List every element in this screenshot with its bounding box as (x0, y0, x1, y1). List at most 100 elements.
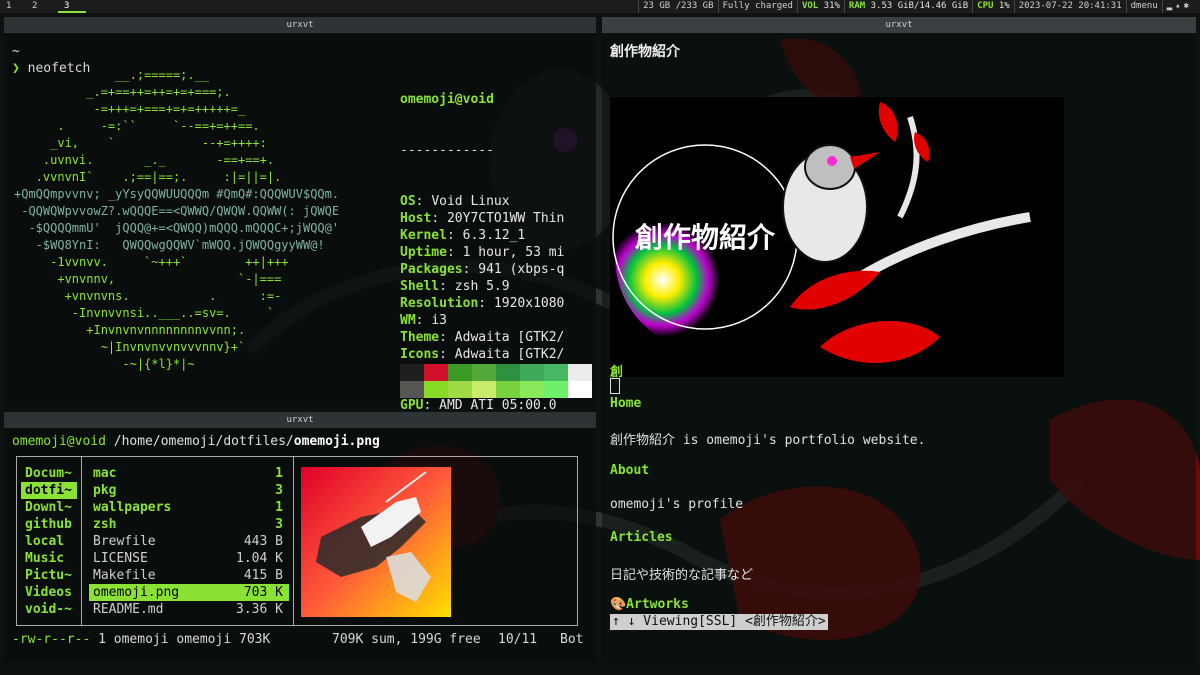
info-key: Icons (400, 347, 440, 362)
workspace-1-button[interactable]: 1 (0, 0, 17, 13)
parent-dir-item[interactable]: Videos (21, 584, 77, 601)
file-permissions: -rw-r--r-- (12, 632, 91, 647)
parent-dir-item[interactable]: local (21, 533, 77, 550)
ranger-panes: Docum~ dotfi~ Downl~ github local Music Pictu~… (16, 456, 578, 626)
file-item[interactable]: LICENSE 1.04 K (89, 550, 289, 567)
directory-item[interactable]: zsh 3 (89, 516, 289, 533)
info-key: Theme (400, 330, 440, 345)
status-blocks: 23 GB /233 GB Fully charged VOL 31% RAM … (638, 0, 1196, 13)
volume-status: VOL 31% (796, 0, 844, 13)
info-line: Kernel: 6.3.12_1 (400, 228, 526, 243)
item-name: zsh (93, 517, 117, 532)
directory-item[interactable]: wallpapers 1 (89, 499, 289, 516)
file-item[interactable]: Makefile 415 B (89, 567, 289, 584)
file-item[interactable]: Brewfile 443 B (89, 533, 289, 550)
file-item[interactable]: README.md 3.36 K (89, 601, 289, 618)
workspace-3-button[interactable]: 3 (58, 0, 86, 13)
page-heading: 創作物紹介 (610, 44, 680, 60)
item-name: LICENSE (93, 551, 148, 566)
file-item[interactable]: omemoji.png 703 K (89, 584, 289, 601)
color-swatch (496, 381, 520, 398)
ascii-art-line: -~|{*l}*|~ (14, 357, 195, 371)
item-name: Makefile (93, 568, 156, 583)
pane-divider (293, 457, 294, 625)
datetime-status: 2023-07-22 20:41:31 (1013, 0, 1126, 13)
ascii-art-line: __.;=====;.__ (14, 68, 210, 82)
ascii-art-line: -1vvnvv. `~+++` ++|+++ (14, 255, 289, 269)
color-swatch (520, 364, 544, 381)
parent-dir-item[interactable]: void-~ (21, 601, 77, 618)
parent-directory-pane[interactable]: Docum~ dotfi~ Downl~ github local Music Pictu~… (21, 465, 77, 618)
ascii-art-line: .vvnvnI` .;==|==;. :|=||=|. (14, 170, 282, 184)
nav-artworks-link[interactable]: 🎨Artworks (610, 597, 689, 612)
item-size: 703 K (243, 585, 283, 600)
cwd-line: ~ (12, 44, 20, 59)
dmenu-launcher[interactable]: dmenu (1125, 0, 1162, 13)
window-title: urxvt (4, 17, 596, 34)
ascii-art-line: _vi, ` --+=++++: (14, 136, 267, 150)
w3m-status-line: ↑ ↓ Viewing[SSL] <創作物紹介> (610, 614, 828, 630)
color-swatch (448, 381, 472, 398)
item-size: 3.36 K (236, 602, 283, 617)
info-line: OS: Void Linux (400, 194, 510, 209)
image-preview (301, 467, 451, 617)
window-title: urxvt (4, 412, 596, 429)
ranger-terminal-window[interactable]: urxvt omemoji@void /home/omemoji/dotfile… (4, 412, 596, 662)
neofetch-terminal-window[interactable]: urxvt ~ ❯ neofetch __.;=====;.__ _.=+==+… (4, 17, 596, 430)
item-name: wallpapers (93, 500, 172, 515)
text-cursor (610, 378, 620, 394)
window-title: urxvt (602, 17, 1196, 34)
nav-about-link[interactable]: About (610, 463, 649, 478)
color-swatch (472, 381, 496, 398)
info-line: WM: i3 (400, 313, 447, 328)
parent-dir-item[interactable]: Music (21, 550, 77, 567)
parent-dir-item[interactable]: Pictu~ (21, 567, 77, 584)
info-line: Resolution: 1920x1080 (400, 296, 565, 311)
info-line: Uptime: 1 hour, 53 mi (400, 245, 565, 260)
item-name: Brewfile (93, 534, 156, 549)
color-swatch (448, 364, 472, 381)
info-key: Packages (400, 262, 463, 277)
user-host: omemoji@void (400, 92, 494, 107)
w3m-browser-window[interactable]: urxvt 創作物紹介 創作物紹介 創 Home 創作物紹介 is omemoj… (602, 17, 1196, 662)
info-value: Adwaita [GTK2/ (454, 330, 565, 345)
ascii-art-line: +vnvnnv, `-|=== (14, 272, 282, 286)
info-key: GPU (400, 398, 424, 413)
parent-dir-item[interactable]: dotfi~ (21, 482, 77, 499)
item-size: 3 (275, 517, 283, 532)
directory-item[interactable]: pkg 3 (89, 482, 289, 499)
item-size: 1.04 K (236, 551, 283, 566)
item-size: 443 B (243, 534, 283, 549)
info-value: 6.3.12_1 (462, 228, 526, 243)
ascii-art-line: -=+++=+===+=+=+++++=_ (14, 102, 246, 116)
file-owner-info: 1 omemoji omemoji 703K (98, 632, 271, 647)
parent-dir-item[interactable]: Docum~ (21, 465, 77, 482)
parent-dir-item[interactable]: github (21, 516, 77, 533)
color-swatch (424, 381, 448, 398)
directory-item[interactable]: mac 1 (89, 465, 289, 482)
info-key: Host (400, 211, 432, 226)
color-swatch (544, 364, 568, 381)
item-size: 1 (275, 466, 283, 481)
info-line: Icons: Adwaita [GTK2/ (400, 347, 565, 362)
color-swatch (496, 364, 520, 381)
battery-status: Fully charged (717, 0, 797, 13)
color-swatch (424, 364, 448, 381)
nav-articles-link[interactable]: Articles (610, 530, 673, 545)
ascii-art-line: -$WQ8YnI: QWQQwgQQWV`mWQQ.jQWQQgyyWW@! (14, 238, 325, 252)
info-line: Theme: Adwaita [GTK2/ (400, 330, 565, 345)
hero-image: 創作物紹介 (610, 97, 1064, 377)
void-ascii-logo: __.;=====;.__ _.=+==++=++=+=+===;. -=+++… (14, 67, 339, 373)
parent-dir-item[interactable]: Downl~ (21, 499, 77, 516)
info-value: AMD ATI 05:00.0 (439, 398, 557, 413)
ascii-art-line: .uvnvi. _._ -==+==+. (14, 153, 275, 167)
ascii-art-line: _.=+==++=++=+=+===;. (14, 85, 231, 99)
tray-icons: ▂▴✱ (1161, 0, 1196, 13)
item-size: 1 (275, 500, 283, 515)
nav-home-link[interactable]: Home (610, 396, 641, 411)
workspace-2-button[interactable]: 2 (26, 0, 43, 13)
ascii-art-line: -$QQQQmmU' jQQQ@+=<QWQQ)mQQQ.mQQQC+;jWQQ… (14, 221, 340, 235)
ranger-status-bar: -rw-r--r-- 1 omemoji omemoji 703K 709K s… (12, 632, 587, 647)
ranger-user-host: omemoji@void (12, 434, 106, 449)
current-directory-pane[interactable]: mac 1 pkg 3 wallpapers 1 zsh 3 Brewfile 443 B LICE… (89, 465, 289, 618)
